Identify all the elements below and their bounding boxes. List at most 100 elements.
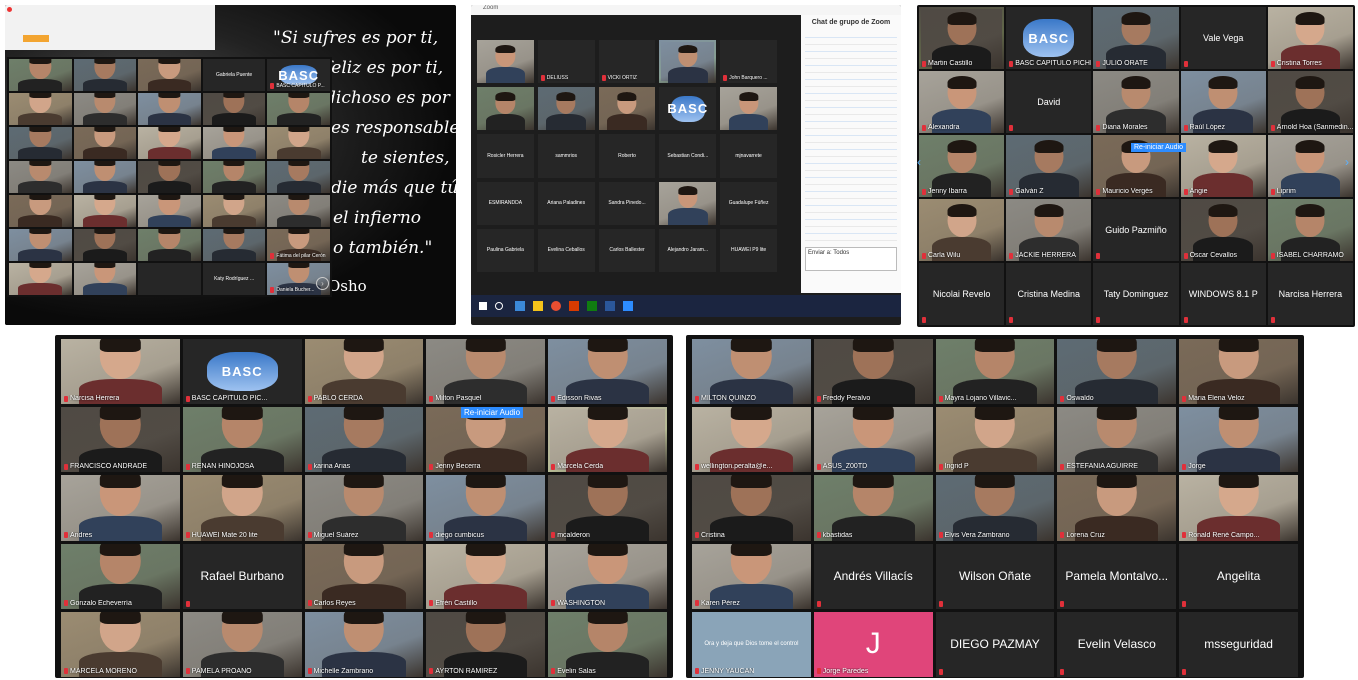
restart-audio-banner[interactable]: Re-iniciar Audio (1131, 143, 1187, 152)
participant-tile[interactable]: ESTEFANIA AGUIRRE (1057, 407, 1177, 473)
participant-tile[interactable] (138, 263, 201, 295)
participant-tile[interactable]: Galván Z (1006, 135, 1092, 197)
participant-tile[interactable]: Andrés Villacís (813, 543, 933, 609)
zoom-icon[interactable] (623, 301, 633, 311)
participant-tile[interactable]: PAMELA PROAÑO (182, 611, 302, 677)
participant-tile[interactable]: Miguel Suárez (304, 475, 424, 541)
participant-tile[interactable]: Ora y deja que Dios tome el control JENNY… (692, 611, 811, 677)
participant-tile[interactable] (202, 161, 266, 193)
participant-tile[interactable]: Sandra Pinedo... (598, 181, 656, 225)
participant-tile[interactable] (477, 87, 534, 131)
participant-tile[interactable] (9, 93, 72, 125)
participant-tile[interactable] (138, 195, 201, 227)
participant-tile[interactable]: AYRTON RAMIREZ (426, 611, 546, 677)
participant-tile[interactable]: Lorena Cruz (1057, 475, 1177, 541)
participant-tile[interactable] (73, 229, 137, 261)
participant-tile[interactable]: VICKI ORTIZ (598, 40, 656, 84)
participant-tile[interactable]: Gabriela Puente (202, 59, 266, 91)
participant-tile[interactable]: ASUS_Z00TD (813, 407, 933, 473)
participant-tile[interactable] (138, 59, 201, 91)
participant-tile[interactable]: RENAN HINOJOSA (182, 407, 302, 473)
participant-tile[interactable]: Edisson Rivas (548, 339, 667, 405)
participant-tile[interactable]: Martin Castillo (919, 7, 1005, 69)
participant-tile[interactable]: DIEGO PAZMAY (935, 611, 1055, 677)
participant-tile[interactable]: Alexandra (919, 71, 1005, 133)
participant-tile[interactable]: msseguridad (1179, 611, 1298, 677)
participant-tile[interactable]: Karen Pérez (692, 543, 811, 609)
search-icon[interactable] (495, 302, 503, 310)
participant-tile[interactable] (537, 87, 595, 131)
participant-tile[interactable] (659, 40, 717, 84)
participant-tile[interactable]: mjnavarrete (720, 134, 777, 178)
participant-tile[interactable]: David (1006, 71, 1092, 133)
participant-tile[interactable] (267, 127, 330, 159)
participant-tile[interactable]: John Barquero ... (720, 40, 777, 84)
restart-audio-banner[interactable]: Re-iniciar Audio (461, 407, 524, 418)
participant-tile[interactable]: Evelin Velasco (1057, 611, 1177, 677)
participant-tile[interactable]: Rafael Burbano (182, 543, 302, 609)
participant-tile[interactable]: JACKIE HERRERA (1006, 199, 1092, 261)
participant-tile[interactable]: Milton Pasquel (426, 339, 546, 405)
participant-tile[interactable] (202, 93, 266, 125)
participant-tile[interactable]: Roberto (598, 134, 656, 178)
participant-tile[interactable]: Oswaldo (1057, 339, 1177, 405)
participant-tile[interactable]: Ronald René Campo... (1179, 475, 1298, 541)
participant-tile[interactable] (267, 195, 330, 227)
participant-tile[interactable] (73, 127, 137, 159)
participant-tile[interactable]: Liprim (1267, 135, 1353, 197)
participant-tile[interactable] (138, 93, 201, 125)
participant-tile[interactable]: HUAWEI P9 lite (720, 228, 777, 272)
participant-tile[interactable]: ESMIRANDDA (477, 181, 534, 225)
participant-tile[interactable]: Michelle Zambrano (304, 611, 424, 677)
participant-tile[interactable]: PABLO CERDA (304, 339, 424, 405)
participant-tile[interactable]: HUAWEI Mate 20 lite (182, 475, 302, 541)
prev-page-icon[interactable]: ‹ (917, 155, 921, 169)
participant-tile[interactable]: Jenny Ibarra (919, 135, 1005, 197)
participant-tile[interactable]: Mayra Lojano Villavic... (935, 339, 1055, 405)
participant-tile[interactable]: diego cumbicus (426, 475, 546, 541)
participant-tile[interactable] (598, 87, 656, 131)
participant-tile[interactable]: Taty Dominguez (1093, 263, 1179, 325)
participant-tile[interactable]: Freddy Peralvo (813, 339, 933, 405)
participant-tile[interactable] (9, 263, 72, 295)
participant-tile[interactable]: J Jorge Paredes (813, 611, 933, 677)
participant-tile[interactable] (202, 195, 266, 227)
participant-tile[interactable]: DELIUSS (537, 40, 595, 84)
participant-tile[interactable] (720, 87, 777, 131)
participant-tile[interactable]: Angie (1180, 135, 1266, 197)
participant-tile[interactable]: Carlos Ballester (598, 228, 656, 272)
participant-tile[interactable]: wellington.peralta@e... (692, 407, 811, 473)
participant-tile[interactable]: Paulina Gabriela (477, 228, 534, 272)
participant-tile[interactable]: Efrén Castillo (426, 543, 546, 609)
participant-tile[interactable]: Diana Morales (1093, 71, 1179, 133)
participant-tile[interactable]: Evelin Salas (548, 611, 667, 677)
participant-tile[interactable] (9, 229, 72, 261)
participant-tile[interactable]: karina Arias (304, 407, 424, 473)
participant-tile[interactable]: Cristina Medina (1006, 263, 1092, 325)
participant-tile[interactable]: Fátima del pilar Cerón (267, 229, 330, 261)
participant-tile[interactable] (73, 59, 137, 91)
chrome-icon[interactable] (551, 301, 561, 311)
participant-tile[interactable]: Marcela Cerda (548, 407, 667, 473)
participant-tile[interactable]: Sebastian Condi... (659, 134, 717, 178)
participant-tile[interactable]: Ariana Paladines (537, 181, 595, 225)
folder-icon[interactable] (533, 301, 543, 311)
participant-tile[interactable]: MILTON QUINZO (692, 339, 811, 405)
participant-tile[interactable]: Carlos Reyes (304, 543, 424, 609)
participant-tile[interactable]: Carla Wilu (919, 199, 1005, 261)
participant-tile[interactable]: Elvis Vera Zambrano (935, 475, 1055, 541)
participant-tile[interactable]: Cristina (692, 475, 811, 541)
participant-tile[interactable] (138, 127, 201, 159)
participant-tile[interactable]: Alejandro Jaram... (659, 228, 717, 272)
participant-tile[interactable]: Katy Rodríguez ... (202, 263, 266, 295)
participant-tile[interactable] (477, 40, 534, 84)
participant-tile[interactable] (202, 229, 266, 261)
participant-tile[interactable]: Guadalupe Fúñez (720, 181, 777, 225)
participant-tile[interactable] (138, 161, 201, 193)
participant-tile[interactable]: Ingrid P (935, 407, 1055, 473)
word-icon[interactable] (605, 301, 615, 311)
participant-tile[interactable] (9, 127, 72, 159)
participant-tile[interactable] (138, 229, 201, 261)
participant-tile[interactable]: FRANCISCO ANDRADE (61, 407, 180, 473)
participant-tile[interactable]: Rosicler Herrera (477, 134, 534, 178)
